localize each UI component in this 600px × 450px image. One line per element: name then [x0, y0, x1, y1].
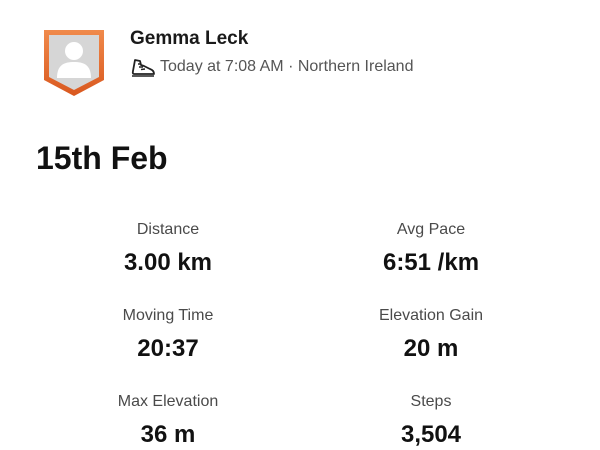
activity-summary-card: Gemma Leck Today at 7:08 AM · Northern I…: [0, 0, 600, 450]
stat-value: 36 m: [140, 421, 196, 448]
running-shoe-icon: [131, 59, 155, 77]
athlete-header: Gemma Leck Today at 7:08 AM · Northern I…: [42, 26, 562, 98]
stat-distance: Distance 3.00 km: [58, 220, 278, 278]
stat-label: Steps: [410, 393, 452, 410]
avatar[interactable]: [42, 28, 106, 98]
user-silhouette-icon: [44, 30, 104, 96]
stat-label: Elevation Gain: [378, 307, 484, 324]
stat-steps: Steps 3,504: [321, 392, 541, 450]
stat-value: 3.00 km: [123, 249, 213, 276]
stat-avg-pace: Avg Pace 6:51 /km: [321, 220, 541, 278]
stat-value: 6:51 /km: [382, 249, 480, 276]
stat-value: 3,504: [400, 421, 462, 448]
stat-elevation-gain: Elevation Gain 20 m: [321, 306, 541, 364]
activity-meta: Today at 7:08 AM · Northern Ireland: [130, 55, 413, 79]
stat-label: Distance: [136, 221, 200, 238]
stat-max-elevation: Max Elevation 36 m: [58, 392, 278, 450]
athlete-name[interactable]: Gemma Leck: [130, 28, 248, 50]
stat-moving-time: Moving Time 20:37: [58, 306, 278, 364]
activity-date: 15th Feb: [36, 140, 168, 176]
stat-value: 20 m: [403, 335, 459, 362]
stat-label: Avg Pace: [396, 221, 466, 238]
activity-time-location: Today at 7:08 AM · Northern Ireland: [160, 58, 414, 75]
stat-label: Moving Time: [122, 307, 214, 324]
stat-value: 20:37: [137, 335, 199, 362]
stat-label: Max Elevation: [117, 393, 219, 410]
